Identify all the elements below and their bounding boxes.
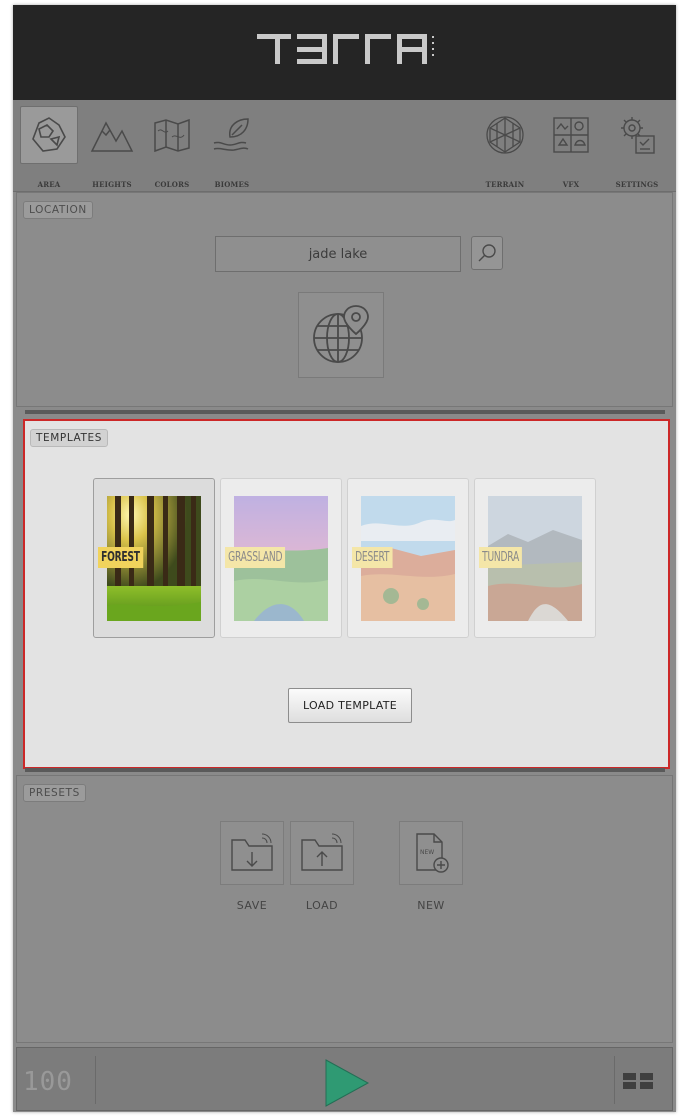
tab-terrain-label: TERRAIN xyxy=(485,180,525,189)
bottom-divider xyxy=(614,1056,615,1104)
folder-save-icon xyxy=(231,833,273,871)
tab-heights-label: HEIGHTS xyxy=(92,180,132,189)
presets-tag: PRESETS xyxy=(23,784,86,802)
tab-settings-label: SETTINGS xyxy=(615,180,659,189)
terra-logo xyxy=(257,34,434,64)
grid-icon[interactable] xyxy=(622,1070,656,1092)
vfx-icon xyxy=(542,106,600,164)
map-icon xyxy=(143,106,201,164)
load-preset-label: LOAD xyxy=(305,899,339,912)
mountains-icon xyxy=(83,106,141,164)
template-label-grassland: GRASSLAND xyxy=(225,547,286,568)
new-preset-label: NEW xyxy=(417,899,445,912)
section-divider xyxy=(25,410,665,414)
bottom-divider xyxy=(95,1056,96,1104)
leaf-hand-icon xyxy=(203,106,261,164)
globe-pin-icon xyxy=(313,305,369,363)
tab-biomes-label: BIOMES xyxy=(214,180,250,189)
terrain-sphere-icon xyxy=(476,106,534,164)
location-search-button[interactable] xyxy=(471,236,503,270)
counter-display: 100 xyxy=(23,1067,73,1097)
tab-biomes[interactable]: BIOMES xyxy=(199,100,265,192)
location-search-input[interactable]: jade lake xyxy=(215,236,461,272)
area-icon xyxy=(20,106,78,164)
template-card-tundra[interactable]: TUNDRA xyxy=(474,478,596,638)
main-toolbar: AREA HEIGHTS COLORS BIOMES TERRAIN VFX S… xyxy=(13,100,676,192)
tab-area[interactable]: AREA xyxy=(16,100,82,192)
play-icon[interactable] xyxy=(322,1058,372,1108)
tab-terrain[interactable]: TERRAIN xyxy=(472,100,538,192)
template-card-grassland[interactable]: GRASSLAND xyxy=(220,478,342,638)
bottom-bar: 100 xyxy=(16,1047,673,1111)
section-divider xyxy=(25,768,665,772)
search-icon xyxy=(478,244,496,262)
globe-pin-button[interactable] xyxy=(298,292,384,378)
settings-icon xyxy=(608,106,666,164)
new-preset-button[interactable]: NEW xyxy=(399,821,463,885)
tab-colors[interactable]: COLORS xyxy=(139,100,205,192)
tab-settings[interactable]: SETTINGS xyxy=(604,100,670,192)
load-template-button[interactable]: LOAD TEMPLATE xyxy=(288,688,412,723)
svg-text:NEW: NEW xyxy=(420,849,434,856)
template-card-desert[interactable]: DESERT xyxy=(347,478,469,638)
load-preset-button[interactable] xyxy=(290,821,354,885)
template-label-forest: FOREST xyxy=(98,547,143,568)
templates-panel: TEMPLATES FOREST GRASSLAND DESERT TUNDRA… xyxy=(23,419,670,769)
tab-colors-label: COLORS xyxy=(154,180,190,189)
app-window: AREA HEIGHTS COLORS BIOMES TERRAIN VFX S… xyxy=(13,5,676,1112)
folder-load-icon xyxy=(301,833,343,871)
tab-vfx-label: VFX xyxy=(562,180,580,189)
template-label-tundra: TUNDRA xyxy=(479,547,523,568)
tab-heights[interactable]: HEIGHTS xyxy=(79,100,145,192)
save-preset-label: SAVE xyxy=(236,899,268,912)
tab-area-label: AREA xyxy=(37,180,61,189)
header-bar xyxy=(13,5,676,100)
template-label-desert: DESERT xyxy=(352,547,393,568)
tab-vfx[interactable]: VFX xyxy=(538,100,604,192)
location-tag: LOCATION xyxy=(23,201,93,219)
save-preset-button[interactable] xyxy=(220,821,284,885)
template-card-forest[interactable]: FOREST xyxy=(93,478,215,638)
templates-tag: TEMPLATES xyxy=(30,429,109,447)
new-file-icon: NEW xyxy=(416,833,449,873)
